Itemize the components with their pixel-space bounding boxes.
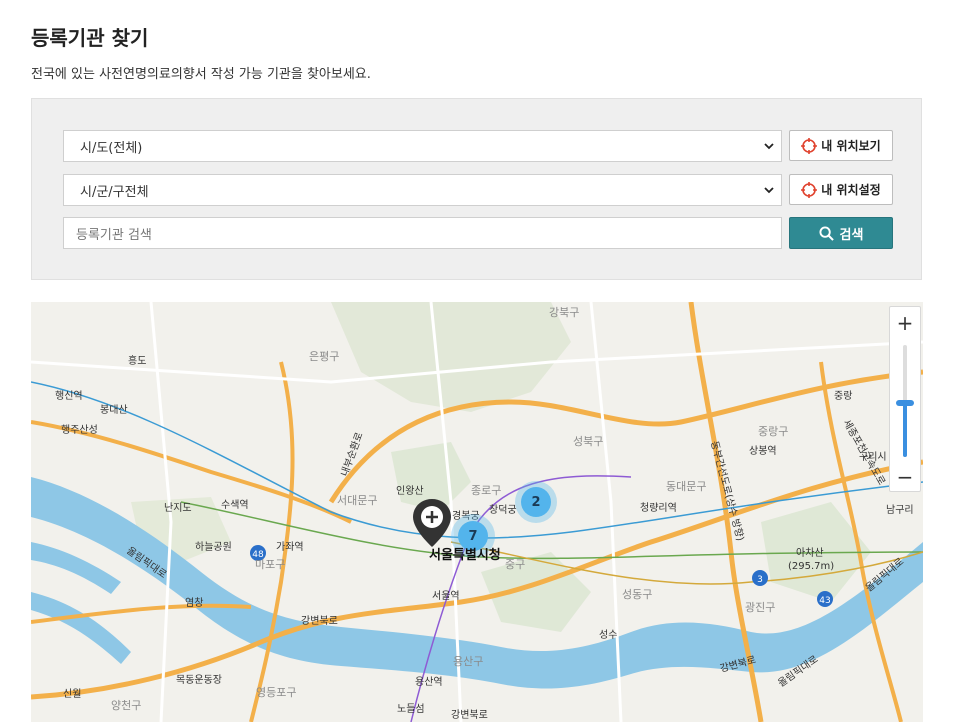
map-label-achasan-alt: (295.7m) xyxy=(788,561,834,572)
map-label-mokdong: 목동운동장 xyxy=(176,674,222,686)
district-select-value: 시/군/구전체 xyxy=(80,184,149,200)
page-title: 등록기관 찾기 xyxy=(31,26,149,50)
keyword-search-placeholder: 등록기관 검색 xyxy=(76,227,152,243)
map-label-jongno: 종로구 xyxy=(471,484,501,497)
river-branch xyxy=(31,542,121,594)
province-select[interactable]: 시/도(전체) xyxy=(63,130,782,162)
park-area xyxy=(481,552,591,632)
map-label-haengju: 행주산성 xyxy=(61,424,98,436)
map-label-yeongdeungpo: 영등포구 xyxy=(256,686,296,699)
zoom-slider-fill xyxy=(903,403,907,457)
map-label-mapo: 마포구 xyxy=(255,558,285,571)
map-canvas: 48 3 43 강북구 은평구 성북구 종로구 서대문구 동대문구 중랑구 마포… xyxy=(31,302,923,722)
city-hall-pin-icon[interactable] xyxy=(411,497,453,549)
road-label-gangbyeon-1: 강변북로 xyxy=(301,615,338,627)
map-label-junghwa: 중랑 xyxy=(834,390,852,402)
mountain-area xyxy=(331,302,571,412)
crosshair-icon xyxy=(801,181,818,198)
zoom-slider-handle[interactable] xyxy=(896,400,914,406)
map-label-yongsan-station: 용산역 xyxy=(415,676,443,688)
map-label-seongsu: 성수 xyxy=(599,629,617,641)
zoom-in-button[interactable]: + xyxy=(890,309,920,337)
cluster-count: 2 xyxy=(521,487,551,517)
map-label-nanjido: 난지도 xyxy=(164,502,192,514)
cluster-marker[interactable]: 2 xyxy=(515,481,557,523)
my-location-set-label: 내 위치설정 xyxy=(821,183,881,197)
map-label-heungdo: 흥도 xyxy=(128,354,146,367)
district-select[interactable]: 시/군/구전체 xyxy=(63,174,782,206)
map-label-gwangjin: 광진구 xyxy=(745,601,775,614)
map-label-achasan: 아차산 xyxy=(796,547,824,559)
map-label-seongbuk: 성북구 xyxy=(573,435,603,448)
map-label-jungnang: 중랑구 xyxy=(758,425,788,438)
city-hall-label: 서울특별시청 xyxy=(429,548,501,563)
map-label-bongdaesan: 봉대산 xyxy=(100,404,128,416)
road-label-gangbyeon-s: 강변북로 xyxy=(451,709,488,721)
map-label-eunpyeong: 은평구 xyxy=(309,350,339,363)
map-label-seongdong: 성동구 xyxy=(622,588,652,601)
map-view[interactable]: 48 3 43 강북구 은평구 성북구 종로구 서대문구 동대문구 중랑구 마포… xyxy=(31,302,923,722)
map-label-changdeokgung: 창덕궁 xyxy=(489,504,517,516)
search-button-label: 검색 xyxy=(839,227,864,243)
crosshair-icon xyxy=(801,137,818,154)
map-label-dongdaemun: 동대문구 xyxy=(666,480,706,493)
province-select-value: 시/도(전체) xyxy=(80,140,143,156)
page-subtitle: 전국에 있는 사전연명의료의향서 작성 가능 기관을 찾아보세요. xyxy=(31,67,371,82)
my-location-view-label: 내 위치보기 xyxy=(821,139,881,153)
map-label-haneul: 하늘공원 xyxy=(195,540,232,553)
river-branch xyxy=(31,592,131,664)
zoom-control: + − xyxy=(889,306,921,492)
map-label-gajwa: 가좌역 xyxy=(276,541,304,553)
map-label-yongsan: 용산구 xyxy=(453,655,483,668)
zoom-out-button[interactable]: − xyxy=(890,463,920,491)
search-icon xyxy=(819,225,834,241)
map-label-suseak: 수색역 xyxy=(221,499,249,511)
my-location-view-button[interactable]: 내 위치보기 xyxy=(789,130,893,161)
chevron-down-icon xyxy=(764,187,774,194)
map-label-haengsin: 행신역 xyxy=(55,390,83,402)
my-location-set-button[interactable]: 내 위치설정 xyxy=(789,174,893,205)
map-label-seoul-station: 서울역 xyxy=(432,590,460,602)
map-label-sinwol: 신월 xyxy=(63,688,81,700)
chevron-down-icon xyxy=(764,143,774,150)
road-label-naebu: 내부순환로 xyxy=(339,431,366,478)
route-43-label: 43 xyxy=(819,596,830,606)
map-label-cheongnyangni: 청량리역 xyxy=(640,502,677,514)
map-label-yeomchang: 염창 xyxy=(185,597,203,609)
map-label-yangcheon: 양천구 xyxy=(111,698,141,712)
map-label-nodeulseom: 노들섬 xyxy=(397,703,425,715)
route-3-label: 3 xyxy=(757,575,763,585)
map-label-inwangsan: 인왕산 xyxy=(396,485,424,497)
search-panel: 시/도(전체) 내 위치보기 시/군/구전체 내 위치설정 등록기관 검색 검색 xyxy=(31,98,922,280)
keyword-search-input[interactable]: 등록기관 검색 xyxy=(63,217,782,249)
map-label-seodaemun: 서대문구 xyxy=(337,494,377,507)
search-button[interactable]: 검색 xyxy=(789,217,893,249)
map-label-junggu: 중구 xyxy=(505,558,525,571)
map-label-gangbuk: 강북구 xyxy=(549,306,579,319)
map-label-namguri: 남구리 xyxy=(886,504,914,516)
map-label-sangbong: 상봉역 xyxy=(749,445,777,457)
